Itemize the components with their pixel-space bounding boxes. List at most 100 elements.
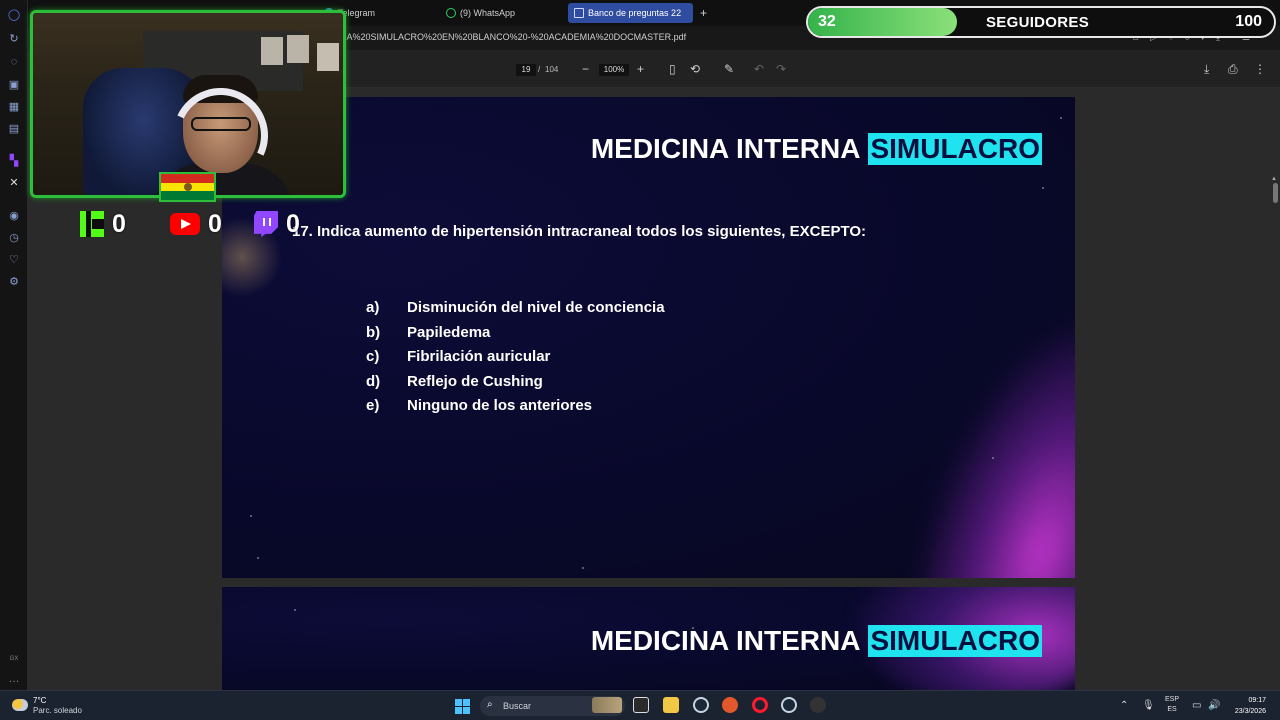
slide-title: MEDICINA INTERNA SIMULACRO <box>591 625 1042 657</box>
volume-icon[interactable]: 🔊 <box>1208 700 1220 711</box>
answer-options: a) Disminución del nivel de conciencia b)… <box>366 299 665 422</box>
task-view-icon[interactable] <box>633 697 649 713</box>
poster-image <box>261 37 283 65</box>
more-icon[interactable]: … <box>7 672 21 686</box>
bolivia-flag-icon <box>159 172 216 202</box>
aurora-decoration <box>875 276 1075 578</box>
tab-label: (9) WhatsApp <box>460 8 516 18</box>
clock-time: 09:17 <box>1248 697 1266 704</box>
slide-title-highlight: SIMULACRO <box>868 133 1042 165</box>
zoom-out-icon[interactable]: − <box>582 62 589 76</box>
start-button[interactable] <box>455 699 470 714</box>
kick-counter: 0 <box>80 208 126 240</box>
x-icon[interactable]: ✕ <box>7 176 21 190</box>
option-d: d) Reflejo de Cushing <box>366 373 665 398</box>
more-options-icon[interactable]: ⋮ <box>1254 62 1266 76</box>
clock[interactable]: 09:17 23/3/2026 <box>1235 695 1266 717</box>
youtube-icon <box>170 213 200 235</box>
undo-icon[interactable]: ↶ <box>754 62 764 76</box>
download-icon[interactable]: ⤓ <box>1204 62 1209 77</box>
followers-current: 32 <box>818 13 836 30</box>
option-letter: a) <box>366 299 380 316</box>
option-letter: c) <box>366 348 380 365</box>
kick-count: 0 <box>112 209 126 238</box>
twitch-count: 0 <box>286 209 300 238</box>
slide-title: MEDICINA INTERNA SIMULACRO <box>591 133 1042 165</box>
bag-icon[interactable]: ▣ <box>7 78 21 92</box>
total-pages: 104 <box>545 65 559 74</box>
option-text: Papiledema <box>407 323 491 341</box>
poster-image <box>287 35 309 63</box>
tab-label: Banco de preguntas 22 <box>588 8 682 18</box>
kick-icon <box>80 211 104 237</box>
browser-sidebar: ◯ ↻ ◌ ▣ ▦ ▤ ▚ ✕ ◉ ◷ ♡ ⚙ GX … <box>0 0 28 690</box>
option-e: e) Ninguno de los anteriores <box>366 397 665 422</box>
language-top[interactable]: ESP <box>1162 696 1182 703</box>
option-text: Disminución del nivel de conciencia <box>407 299 665 316</box>
option-c: c) Fibrilación auricular <box>366 348 665 373</box>
messenger-icon[interactable]: ▤ <box>7 122 21 136</box>
page-separator: / <box>538 65 541 74</box>
print-icon[interactable]: ⎙ <box>1228 62 1238 77</box>
tray-chevron-icon[interactable]: ⌃ <box>1120 700 1128 711</box>
app-icon[interactable] <box>722 697 738 713</box>
poster-image <box>317 43 339 71</box>
zoom-in-icon[interactable]: + <box>637 62 644 76</box>
tab-banco-de-preguntas[interactable]: Banco de preguntas 22 <box>568 3 693 23</box>
windows-taskbar: 7°C Parc. soleado ⌕ Buscar ⌃ 🎙 ESP ES ▭ … <box>0 690 1280 720</box>
network-icon[interactable]: ▭ <box>1192 700 1201 711</box>
file-explorer-icon[interactable] <box>663 697 679 713</box>
clock-date: 23/3/2026 <box>1234 708 1266 715</box>
opera-icon[interactable] <box>752 697 768 713</box>
scrollbar-thumb[interactable] <box>1273 183 1278 203</box>
weather-desc[interactable]: Parc. soleado <box>33 706 82 715</box>
option-letter: d) <box>366 372 381 390</box>
tab-whatsapp[interactable]: (9) WhatsApp <box>440 3 558 23</box>
microphone-icon[interactable]: 🎙 <box>1142 700 1155 711</box>
draw-icon[interactable]: ✎ <box>724 62 734 76</box>
option-text: Reflejo de Cushing <box>407 372 543 390</box>
gx-icon[interactable]: GX <box>7 652 21 666</box>
option-letter: b) <box>366 323 381 341</box>
weather-icon[interactable] <box>12 699 28 711</box>
youtube-count: 0 <box>208 209 222 238</box>
rotate-icon[interactable]: ⟲ <box>690 62 700 76</box>
zoom-input[interactable]: 100% <box>599 64 629 76</box>
scroll-up-icon[interactable]: ▲ <box>1271 176 1277 182</box>
twitch-icon[interactable]: ▚ <box>7 154 21 168</box>
option-letter: e) <box>366 397 380 414</box>
language-bottom[interactable]: ES <box>1162 706 1182 713</box>
refresh-icon[interactable]: ↻ <box>7 32 21 46</box>
page-number-input[interactable]: 19 <box>516 64 536 76</box>
slide-title-main: MEDICINA INTERNA <box>590 625 861 656</box>
followers-goal-bar: 32 SEGUIDORES 100 <box>806 6 1276 38</box>
question-text: 17. Indica aumento de hipertensión intra… <box>292 223 867 240</box>
webcam-overlay <box>30 10 346 198</box>
opera-logo-icon[interactable]: ◯ <box>7 8 21 22</box>
player-icon[interactable]: ◉ <box>7 209 21 223</box>
redo-icon[interactable]: ↷ <box>776 62 786 76</box>
new-tab-button[interactable]: + <box>696 3 712 23</box>
option-text: Fibrilación auricular <box>407 348 551 365</box>
fit-page-icon[interactable]: ▯ <box>669 62 676 76</box>
settings-icon[interactable]: ⚙ <box>7 275 21 289</box>
weather-temp[interactable]: 7°C <box>33 696 46 705</box>
slide-title-highlight: SIMULACRO <box>868 625 1042 657</box>
history-icon[interactable]: ◷ <box>7 231 21 245</box>
search-placeholder: Buscar <box>503 701 532 711</box>
twitch-icon <box>254 211 278 237</box>
pdf-page: MEDICINA INTERNA SIMULACRO <box>222 587 1075 690</box>
app-icon[interactable] <box>810 697 826 713</box>
steam-icon[interactable] <box>781 697 797 713</box>
bookmarks-icon[interactable]: ♡ <box>7 253 21 267</box>
gallery-icon[interactable]: ▦ <box>7 100 21 114</box>
followers-label: SEGUIDORES <box>986 14 1090 31</box>
pdf-doc-icon <box>574 8 584 18</box>
option-b: b) Papiledema <box>366 324 665 349</box>
search-highlight-icon[interactable] <box>592 697 622 713</box>
ai-icon[interactable]: ◌ <box>7 55 21 69</box>
option-text: Ninguno de los anteriores <box>407 397 593 414</box>
url-text[interactable]: RA%20SIMULACRO%20EN%20BLANCO%20-%20ACADE… <box>340 32 686 42</box>
steam-icon[interactable] <box>693 697 709 713</box>
twitch-counter: 0 <box>254 208 300 240</box>
